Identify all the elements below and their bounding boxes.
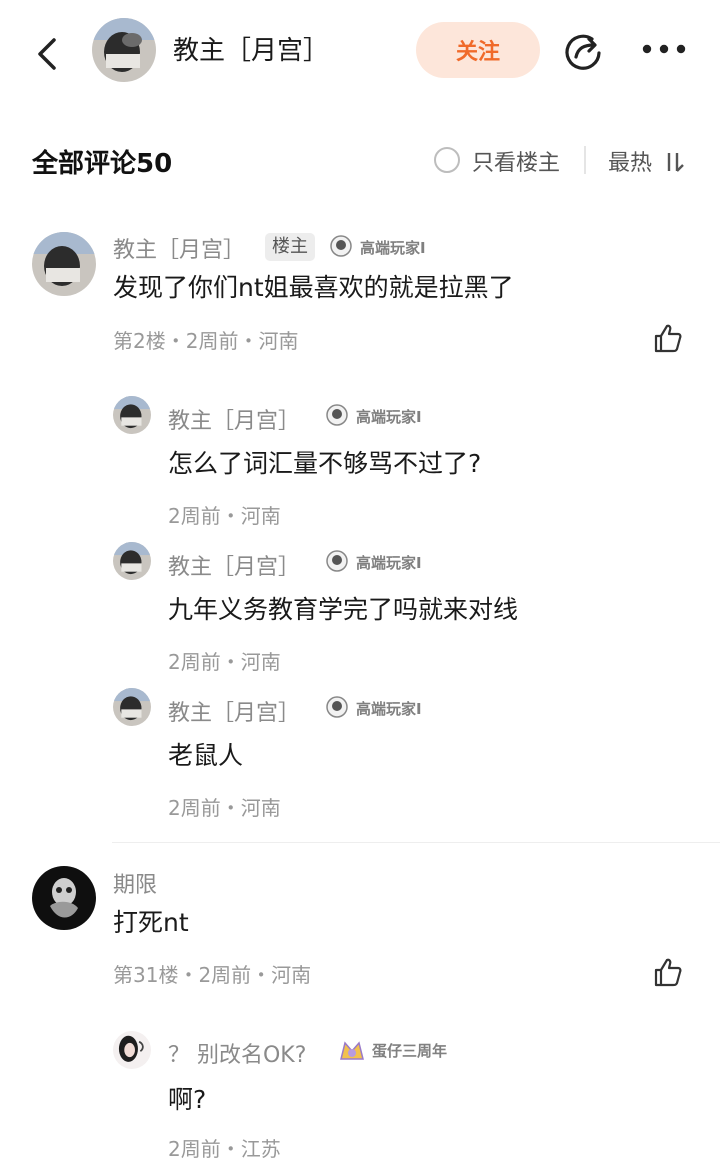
comment-content[interactable]: 发现了你们nt姐最喜欢的就是拉黑了 xyxy=(113,268,514,304)
reply-meta: 2周前・河南 xyxy=(168,796,281,820)
follow-button[interactable]: 关注 xyxy=(416,22,540,78)
sort-icon xyxy=(667,153,684,172)
comments-count-title: 全部评论50 xyxy=(32,149,173,179)
author-avatar[interactable] xyxy=(92,18,156,82)
medal-icon xyxy=(326,550,348,572)
divider xyxy=(112,842,720,843)
divider xyxy=(584,146,586,174)
only-op-filter[interactable]: 只看楼主 xyxy=(472,145,560,177)
medal-icon xyxy=(330,235,352,257)
avatar[interactable] xyxy=(113,1031,151,1069)
thumbs-up-icon[interactable] xyxy=(652,956,684,988)
avatar[interactable] xyxy=(113,688,151,726)
reply-content[interactable]: 老鼠人 xyxy=(168,736,243,772)
avatar[interactable] xyxy=(113,542,151,580)
medal-icon xyxy=(340,1041,364,1060)
comment-meta: 第2楼・2周前・河南 xyxy=(113,329,299,353)
sort-dropdown[interactable]: 最热 xyxy=(608,145,687,177)
back-icon[interactable] xyxy=(30,34,64,74)
avatar[interactable] xyxy=(32,866,96,930)
reply-username[interactable]: ？ 别改名OK? xyxy=(168,1037,306,1069)
medal-label: 蛋仔三周年 xyxy=(372,1042,448,1060)
share-icon[interactable] xyxy=(562,30,604,72)
more-icon[interactable] xyxy=(640,42,688,56)
comment-meta: 第31楼・2周前・河南 xyxy=(113,963,312,987)
radio-icon[interactable] xyxy=(434,147,460,173)
medal-label: 高端玩家I xyxy=(356,554,422,572)
author-name[interactable]: 教主［月宫］ xyxy=(173,30,329,67)
comment-content[interactable]: 打死nt xyxy=(113,903,189,939)
thumbs-up-icon[interactable] xyxy=(652,322,684,354)
medal-icon xyxy=(326,404,348,426)
reply-meta: 2周前・江苏 xyxy=(168,1137,281,1161)
medal-icon xyxy=(326,696,348,718)
sort-label: 最热 xyxy=(608,151,653,176)
medal-label: 高端玩家I xyxy=(356,700,422,718)
reply-username[interactable]: 教主［月宫］ xyxy=(168,549,300,581)
comment-username[interactable]: 期限 xyxy=(113,867,157,899)
reply-meta: 2周前・河南 xyxy=(168,504,281,528)
avatar[interactable] xyxy=(113,396,151,434)
reply-username[interactable]: 教主［月宫］ xyxy=(168,695,300,727)
reply-content[interactable]: 啊? xyxy=(168,1080,206,1116)
comment-username[interactable]: 教主［月宫］ xyxy=(113,232,245,264)
reply-username[interactable]: 教主［月宫］ xyxy=(168,403,300,435)
medal-label: 高端玩家I xyxy=(356,408,422,426)
avatar[interactable] xyxy=(32,232,96,296)
medal-label: 高端玩家I xyxy=(360,239,426,257)
reply-content[interactable]: 怎么了词汇量不够骂不过了? xyxy=(168,444,481,480)
top-bar: 教主［月宫］ 关注 xyxy=(0,0,720,104)
op-badge: 楼主 xyxy=(265,233,315,261)
reply-content[interactable]: 九年义务教育学完了吗就来对线 xyxy=(168,590,518,626)
reply-meta: 2周前・河南 xyxy=(168,650,281,674)
